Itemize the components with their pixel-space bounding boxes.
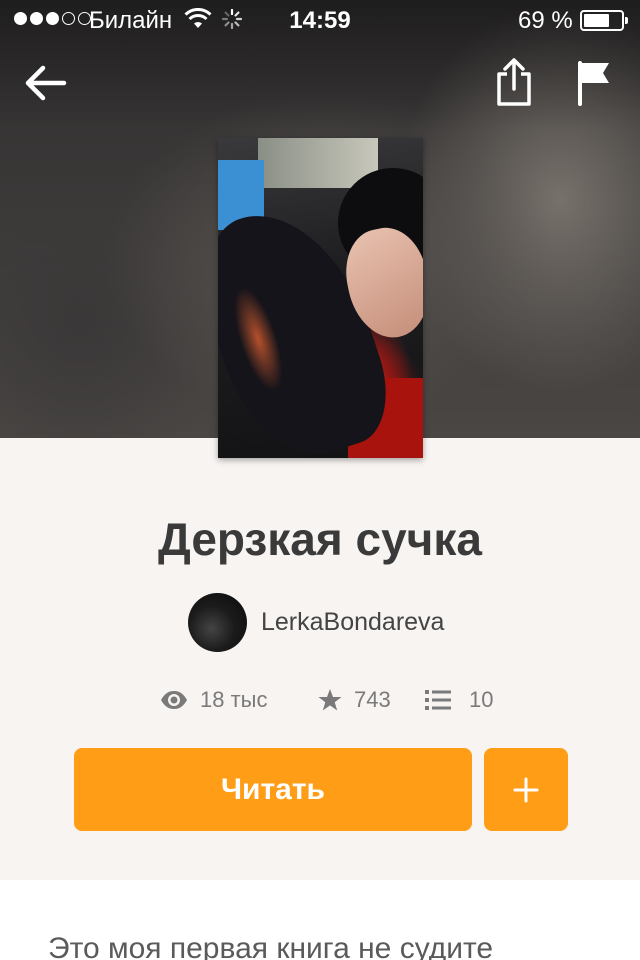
author-avatar[interactable]: [188, 592, 247, 652]
eye-icon: [161, 691, 187, 709]
star-icon: [318, 689, 342, 711]
status-bar: Билайн 14:59 69 %: [0, 0, 640, 40]
battery-icon: [580, 10, 628, 31]
views-count: 18 тыс: [200, 687, 268, 712]
description-panel: Это моя первая книга не судите: [0, 880, 640, 960]
book-cover-image[interactable]: [218, 138, 423, 458]
author-link[interactable]: LerkaBondareva: [188, 592, 444, 652]
story-description: Это моя первая книга не судите: [48, 932, 494, 960]
add-to-library-button[interactable]: [484, 748, 568, 831]
story-title: Дерзкая сучка: [158, 513, 482, 565]
plus-icon: [513, 777, 539, 802]
votes-count: 743: [354, 687, 391, 712]
read-button[interactable]: Читать: [74, 748, 472, 831]
battery-percent: 69 %: [518, 7, 573, 34]
parts-count: 10: [469, 687, 494, 712]
list-icon: [425, 690, 451, 710]
flag-icon[interactable]: [576, 60, 612, 106]
back-arrow-icon[interactable]: [22, 60, 68, 106]
share-icon[interactable]: [494, 56, 534, 108]
votes-stat: 743: [318, 684, 391, 716]
author-name[interactable]: LerkaBondareva: [261, 608, 444, 637]
parts-stat: 10: [425, 684, 493, 716]
story-stats: 18 тыс 743 10: [0, 684, 640, 716]
views-stat: 18 тыс: [160, 684, 267, 716]
